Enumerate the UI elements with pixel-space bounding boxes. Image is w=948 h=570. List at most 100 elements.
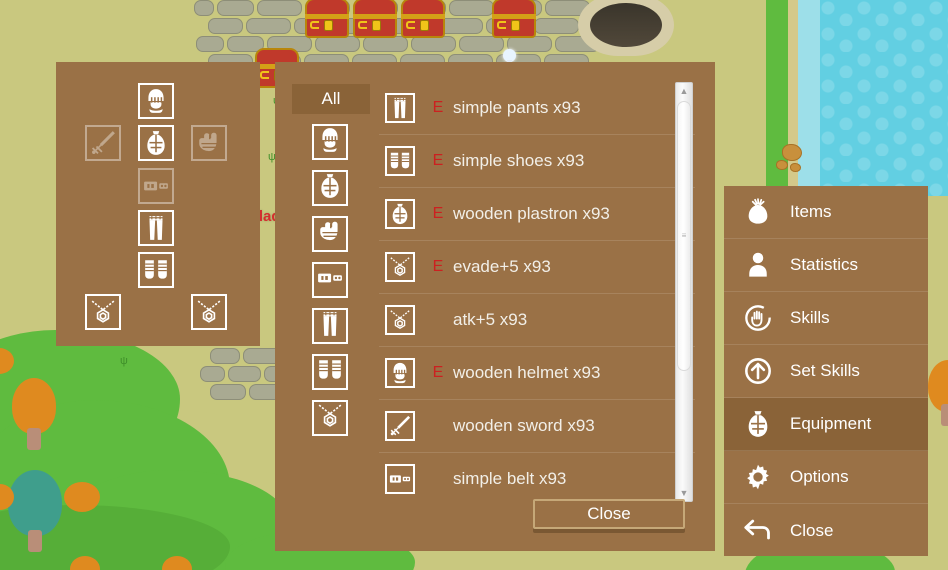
shoes-icon	[317, 357, 343, 388]
rock	[782, 144, 802, 161]
rock	[790, 163, 801, 172]
gear-icon	[742, 461, 774, 493]
tree-teal	[8, 470, 62, 552]
treasure-chest	[353, 0, 397, 38]
category-glove[interactable]	[312, 216, 348, 252]
necklace-icon	[196, 299, 222, 325]
equipment-panel	[56, 62, 260, 346]
equipped-mark: E	[432, 152, 444, 169]
hand-icon	[742, 302, 774, 334]
menu-item-statistics[interactable]: Statistics	[724, 239, 928, 292]
equip-slot-weapon[interactable]	[85, 125, 121, 161]
item-label: evade+5 x93	[453, 257, 551, 276]
helmet-icon	[385, 358, 415, 388]
sword-icon	[90, 130, 116, 156]
item-row[interactable]: Ewooden helmet x93	[379, 347, 695, 400]
bush-orange	[64, 482, 100, 512]
menu-item-label: Skills	[790, 308, 830, 327]
item-row[interactable]: simple belt x93	[379, 453, 695, 502]
category-shoes[interactable]	[312, 354, 348, 390]
item-row[interactable]: atk+5 x93	[379, 294, 695, 347]
bag-icon	[742, 196, 774, 228]
necklace-icon	[317, 403, 343, 434]
glove-icon	[196, 130, 222, 156]
item-label: simple pants x93	[453, 98, 581, 117]
helmet-icon	[143, 88, 169, 114]
pond-shallow-edge	[798, 0, 820, 196]
plastron-icon	[143, 130, 169, 156]
equip-slot-necklace-1[interactable]	[85, 294, 121, 330]
rock	[776, 160, 788, 170]
item-label: wooden sword x93	[453, 416, 595, 435]
menu-item-options[interactable]: Options	[724, 451, 928, 504]
back-icon	[742, 515, 774, 547]
plastron-icon	[317, 173, 343, 204]
menu-item-label: Statistics	[790, 255, 859, 274]
treasure-chest	[492, 0, 536, 38]
treasure-chest	[305, 0, 349, 38]
treasure-chest	[401, 0, 445, 38]
tree-orange	[12, 378, 56, 450]
close-button[interactable]: Close	[533, 499, 685, 529]
equip-slot-helmet[interactable]	[138, 83, 174, 119]
necklace-icon	[90, 299, 116, 325]
scroll-up-button[interactable]: ▲	[676, 83, 692, 99]
category-column: All	[292, 84, 370, 436]
item-list-scrollbar[interactable]: ▲ ≡ ▼	[675, 82, 693, 502]
category-all-tab[interactable]: All	[292, 84, 370, 114]
equip-slot-necklace-2[interactable]	[191, 294, 227, 330]
equip-slot-shield[interactable]	[191, 125, 227, 161]
pants-icon	[317, 311, 343, 342]
equipped-mark: E	[432, 99, 444, 116]
plastron-icon	[385, 199, 415, 229]
pond-water	[820, 0, 948, 196]
menu-item-skills[interactable]: Skills	[724, 292, 928, 345]
pants-icon	[385, 93, 415, 123]
menu-item-label: Items	[790, 202, 832, 221]
item-row[interactable]: Ewooden plastron x93	[379, 188, 695, 241]
plastron-icon	[742, 408, 774, 440]
shoes-icon	[143, 257, 169, 283]
sword-icon	[385, 411, 415, 441]
menu-item-set-skills[interactable]: Set Skills	[724, 345, 928, 398]
item-row[interactable]: Esimple shoes x93	[379, 135, 695, 188]
category-necklace[interactable]	[312, 400, 348, 436]
shoes-icon	[385, 146, 415, 176]
belt-icon	[143, 173, 169, 199]
menu-item-label: Options	[790, 467, 849, 486]
equip-slot-plastron[interactable]	[138, 125, 174, 161]
category-helmet[interactable]	[312, 124, 348, 160]
person-icon	[742, 249, 774, 281]
item-row[interactable]: Eevade+5 x93	[379, 241, 695, 294]
menu-item-label: Close	[790, 520, 834, 540]
scrollbar-grip: ≡	[681, 231, 687, 240]
item-row[interactable]: wooden sword x93	[379, 400, 695, 453]
necklace-icon	[385, 252, 415, 282]
equip-slot-shoes[interactable]	[138, 252, 174, 288]
glove-icon	[317, 219, 343, 250]
equip-slot-belt[interactable]	[138, 168, 174, 204]
scrollbar-thumb[interactable]: ≡	[677, 101, 691, 371]
menu-item-label: Set Skills	[790, 361, 860, 380]
menu-item-equipment[interactable]: Equipment	[724, 398, 928, 451]
item-list-scroll-area[interactable]: Esimple pants x93 Esimple shoes x93 Ewoode…	[379, 82, 695, 502]
equip-slot-pants[interactable]	[138, 210, 174, 246]
tree-orange	[928, 360, 948, 426]
item-row[interactable]: Esimple pants x93	[379, 82, 695, 135]
category-belt[interactable]	[312, 262, 348, 298]
stone-wall-left	[200, 348, 297, 406]
grass-sprout: ψ	[120, 355, 128, 367]
main-menu: Items Statistics Skills Set Skills Equipment…	[724, 186, 928, 556]
menu-item-label: Equipment	[790, 414, 872, 433]
necklace-icon	[385, 305, 415, 335]
pants-icon	[143, 215, 169, 241]
well	[578, 0, 674, 58]
menu-item-close[interactable]: Close	[724, 504, 928, 557]
category-pants[interactable]	[312, 308, 348, 344]
equipped-mark: E	[432, 364, 444, 381]
item-label: wooden plastron x93	[453, 204, 610, 223]
category-plastron[interactable]	[312, 170, 348, 206]
item-label: simple belt x93	[453, 469, 567, 488]
menu-item-items[interactable]: Items	[724, 186, 928, 239]
belt-icon	[317, 265, 343, 296]
